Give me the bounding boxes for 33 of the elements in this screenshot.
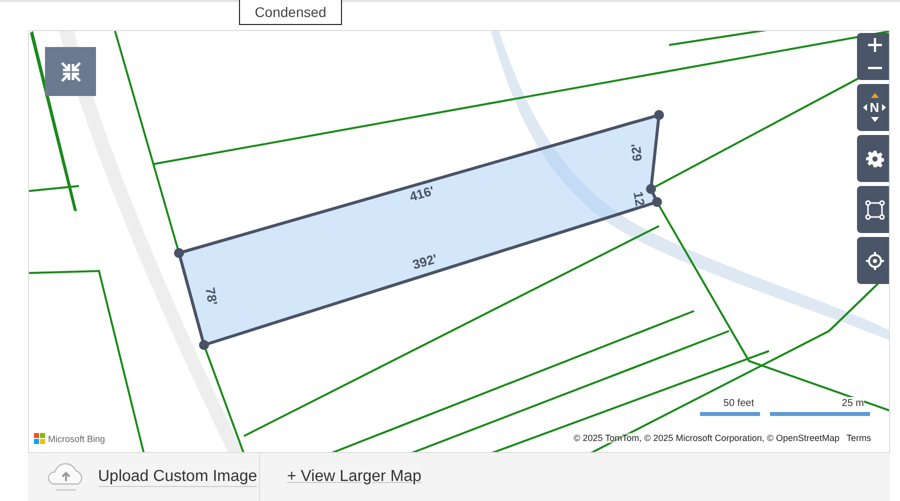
square-icon [864,200,884,220]
parcel-outline[interactable] [177,112,661,347]
plus-icon [868,38,882,52]
zoom-in-button[interactable] [857,33,889,56]
collapse-button[interactable] [45,47,96,96]
view-tab[interactable]: Condensed [239,0,342,25]
draw-shape-button[interactable] [857,186,889,233]
collapse-icon [60,60,82,82]
right-arrow-icon [882,104,886,111]
settings-icon [866,150,884,168]
up-arrow-icon [870,93,878,98]
minus-icon [868,66,882,70]
locate-button[interactable] [857,237,889,284]
logo-text: Microsoft Bing [48,434,106,444]
edge-length: 78' [202,286,220,306]
north-label: N [870,100,880,115]
edge-length: 392' [410,251,439,272]
compass-button[interactable]: N [857,84,889,131]
settings-button[interactable] [857,135,889,182]
vertex-handle[interactable] [174,248,184,258]
vertex-handle[interactable] [199,340,209,350]
zoom-out-button[interactable] [857,56,889,80]
crosshair-icon [864,250,884,270]
view-larger-map-link[interactable]: + View Larger Map [260,453,422,501]
down-arrow-icon [870,117,878,122]
upload-button[interactable]: Upload Custom Image [28,453,260,501]
terms-link[interactable]: Terms [846,433,871,443]
edge-length: 62' [628,142,645,162]
attribution-text: © 2025 TomTom, © 2025 Microsoft Corporation, © OpenStreetMap [574,433,840,443]
vertex-handle[interactable] [654,110,664,120]
left-arrow-icon [862,104,867,111]
edge-length: 416' [408,183,436,204]
logo-icon [34,433,45,444]
